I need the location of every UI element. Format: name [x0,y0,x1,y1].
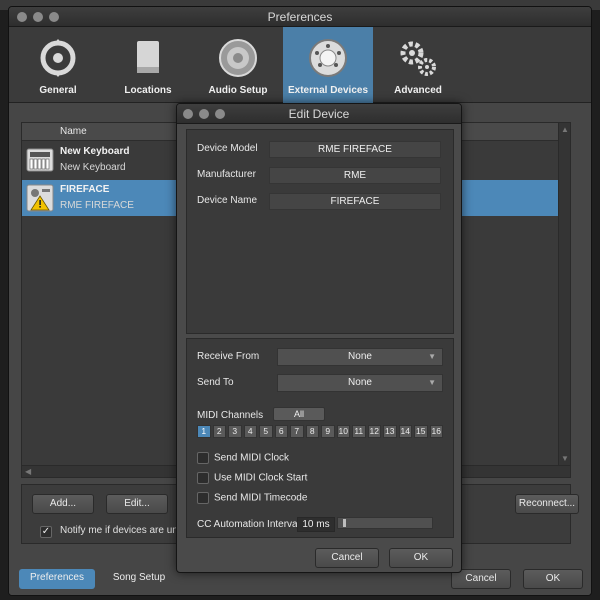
device-model: New Keyboard [60,162,126,173]
device-model-label: Device Model [197,143,258,154]
receive-from-dropdown[interactable]: None ▼ [277,348,443,366]
cc-interval-value[interactable]: 10 ms [297,517,335,532]
device-name: FIREFACE [60,184,110,195]
use-midi-clock-start-checkbox[interactable] [197,472,209,484]
midi-channel-button-13[interactable]: 13 [383,425,397,438]
device-model: RME FIREFACE [60,200,134,211]
preferences-title: Preferences [267,10,333,24]
midi-channel-button-9[interactable]: 9 [321,425,335,438]
midi-channel-button-14[interactable]: 14 [398,425,412,438]
chevron-down-icon: ▼ [428,378,436,387]
tab-advanced[interactable]: Advanced [373,27,463,103]
midi-channel-button-10[interactable]: 10 [336,425,350,438]
device-model-field[interactable]: RME FIREFACE [269,141,441,158]
notify-checkbox[interactable]: ✓ [40,526,52,538]
send-midi-timecode-checkbox[interactable] [197,492,209,504]
tab-locations-label: Locations [124,85,172,96]
tab-audio-setup-label: Audio Setup [208,85,268,96]
cc-interval-slider-handle[interactable] [342,519,346,527]
audio-speaker-icon [219,39,257,77]
midi-channel-button-1[interactable]: 1 [197,425,211,438]
midi-channel-button-2[interactable]: 2 [212,425,226,438]
midi-channel-buttons: 1 2 3 4 5 6 7 8 9 10 11 12 13 14 15 16 [197,425,443,438]
device-name: New Keyboard [60,146,130,157]
use-midi-clock-start-option[interactable]: Use MIDI Clock Start [197,472,307,484]
midi-channel-button-8[interactable]: 8 [305,425,319,438]
midi-channel-button-3[interactable]: 3 [228,425,242,438]
tab-advanced-label: Advanced [394,85,442,96]
general-cycle-icon [40,39,76,77]
use-midi-clock-start-label: Use MIDI Clock Start [214,472,308,484]
midi-channel-button-11[interactable]: 11 [352,425,366,438]
add-device-button[interactable]: Add... [32,494,94,514]
preferences-tab-button[interactable]: Preferences [19,569,95,589]
edit-device-titlebar: Edit Device [177,104,461,124]
send-midi-timecode-option[interactable]: Send MIDI Timecode [197,492,307,504]
send-to-dropdown[interactable]: None ▼ [277,374,443,392]
chevron-down-icon: ▼ [428,352,436,361]
tab-external-devices[interactable]: External Devices [283,27,373,103]
preferences-ok-button[interactable]: OK [523,569,583,589]
cc-interval-slider[interactable] [337,517,433,529]
send-midi-clock-label: Send MIDI Clock [214,452,290,464]
scroll-left-icon[interactable]: ◀ [25,467,31,476]
locations-drive-icon [137,41,159,73]
edit-device-title: Edit Device [288,107,350,121]
name-column-header[interactable]: Name [60,126,87,137]
all-channels-button[interactable]: All [273,407,325,421]
tab-general[interactable]: General [13,27,103,103]
midi-channel-button-16[interactable]: 16 [429,425,443,438]
midi-channel-button-12[interactable]: 12 [367,425,381,438]
song-setup-tab-button[interactable]: Song Setup [101,569,177,589]
midi-channel-button-5[interactable]: 5 [259,425,273,438]
edit-device-button[interactable]: Edit... [106,494,168,514]
send-midi-clock-option[interactable]: Send MIDI Clock [197,452,289,464]
midi-channels-label: MIDI Channels [197,410,264,421]
advanced-gears-icon [400,41,436,76]
send-to-label: Send To [197,377,234,388]
receive-from-label: Receive From [197,351,260,362]
scroll-down-icon[interactable]: ▼ [561,454,569,463]
manufacturer-label: Manufacturer [197,169,256,180]
edit-device-dialog: Edit Device Device Model RME FIREFACE Ma… [176,103,462,573]
fireface-warning-icon [26,184,54,212]
tab-general-label: General [39,85,77,96]
preferences-toolbar: General Locations Audio Setup External D… [9,27,591,103]
cc-interval-label: CC Automation Interval [197,519,300,530]
receive-from-value: None [348,351,372,362]
midi-channel-button-6[interactable]: 6 [274,425,288,438]
keyboard-icon [26,148,54,172]
device-info-section: Device Model RME FIREFACE Manufacturer R… [186,129,454,334]
send-midi-clock-checkbox[interactable] [197,452,209,464]
device-list-vertical-scrollbar[interactable]: ▲ ▼ [558,123,570,477]
scroll-up-icon[interactable]: ▲ [561,125,569,134]
send-to-value: None [348,377,372,388]
dialog-cancel-button[interactable]: Cancel [315,548,379,568]
midi-channel-button-7[interactable]: 7 [290,425,304,438]
dialog-ok-button[interactable]: OK [389,548,453,568]
tab-external-devices-label: External Devices [287,85,369,96]
midi-settings-section: Receive From None ▼ Send To None ▼ MIDI … [186,338,454,538]
notify-label: Notify me if devices are unava [60,525,194,536]
device-name-field[interactable]: FIREFACE [269,193,441,210]
device-name-label: Device Name [197,195,258,206]
preferences-titlebar: Preferences [9,7,591,27]
reconnect-button[interactable]: Reconnect... [515,494,579,514]
tab-audio-setup[interactable]: Audio Setup [193,27,283,103]
external-devices-dial-icon [309,39,347,77]
manufacturer-field[interactable]: RME [269,167,441,184]
midi-channel-button-15[interactable]: 15 [414,425,428,438]
send-midi-timecode-label: Send MIDI Timecode [214,492,308,504]
midi-channel-button-4[interactable]: 4 [243,425,257,438]
tab-locations[interactable]: Locations [103,27,193,103]
